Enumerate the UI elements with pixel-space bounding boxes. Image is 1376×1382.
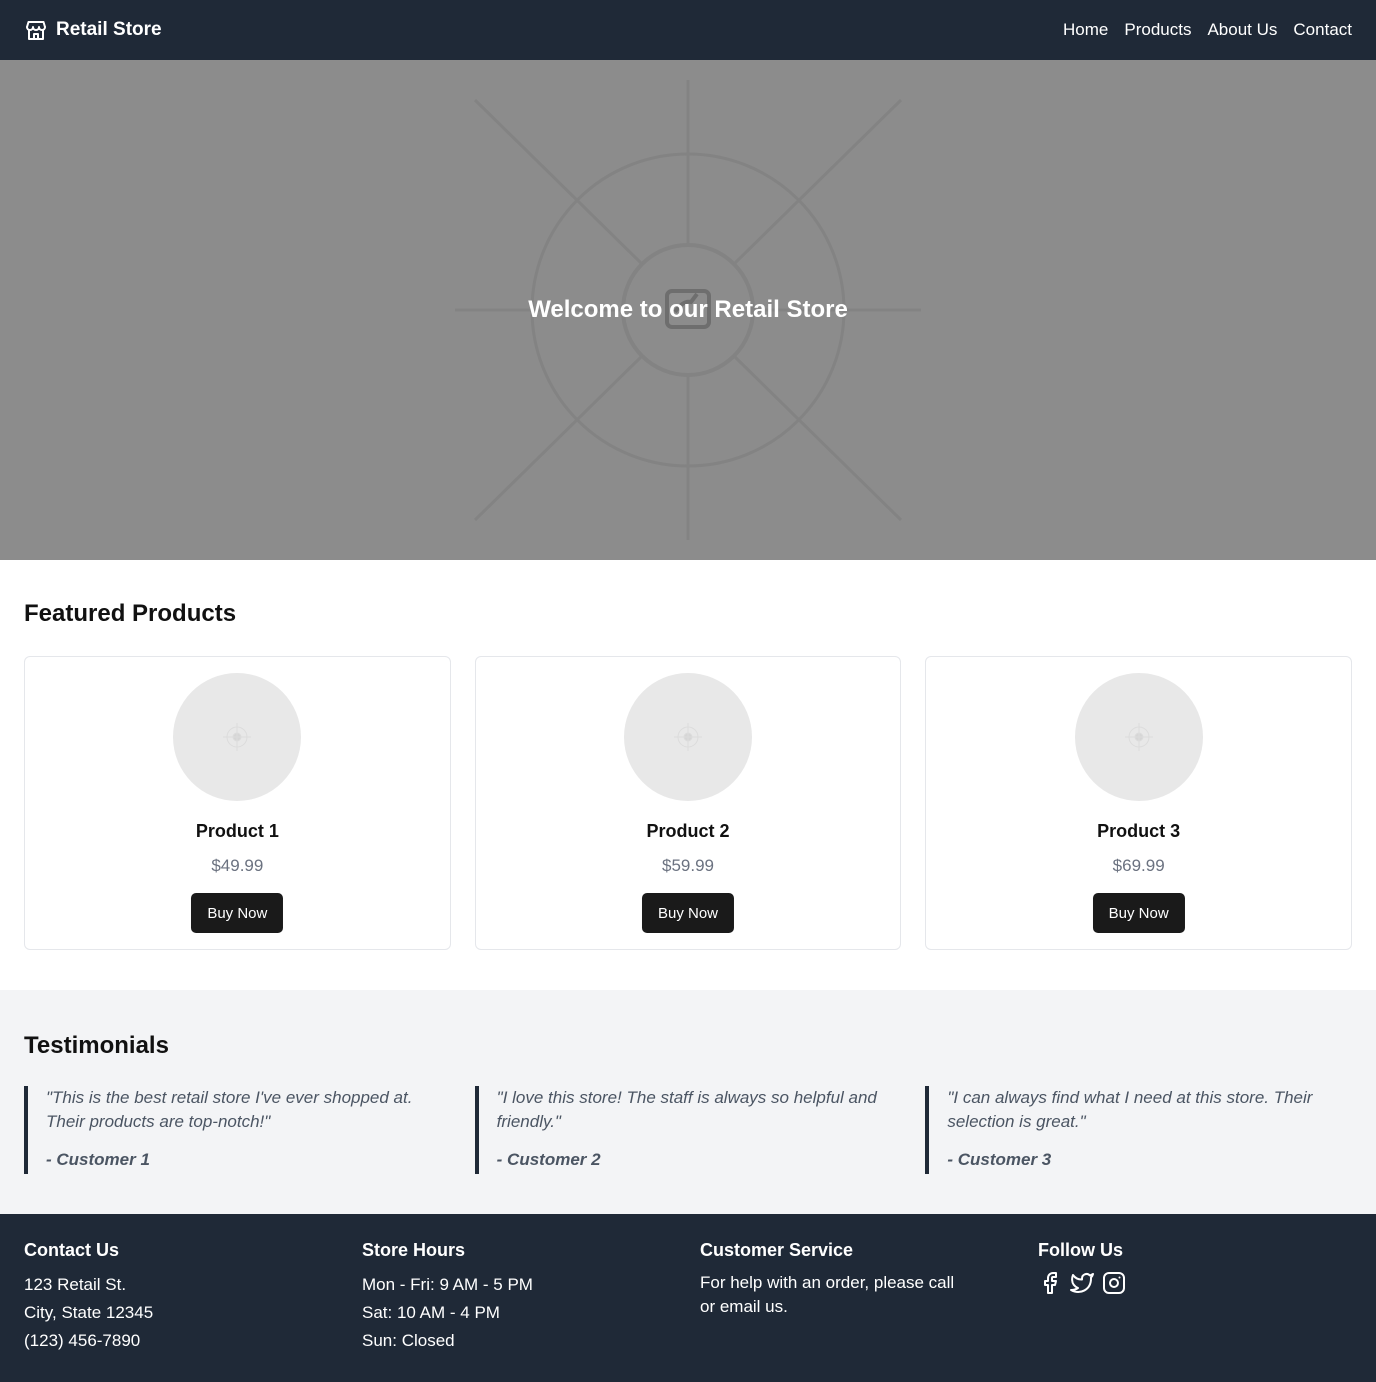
- hours-sunday: Sun: Closed: [362, 1331, 455, 1350]
- testimonials-section: Testimonials "This is the best retail st…: [0, 990, 1376, 1214]
- twitter-icon[interactable]: [1070, 1271, 1094, 1295]
- testimonial-text: "I can always find what I need at this s…: [947, 1088, 1313, 1131]
- brand-title: Retail Store: [56, 19, 162, 40]
- nav-products[interactable]: Products: [1124, 20, 1191, 40]
- nav-contact[interactable]: Contact: [1293, 20, 1352, 40]
- footer-contact-title: Contact Us: [24, 1240, 120, 1260]
- hero-title: Welcome to our Retail Store: [528, 296, 848, 323]
- testimonial: "I can always find what I need at this s…: [925, 1086, 1352, 1174]
- product-card: Product 3 $69.99 Buy Now: [925, 656, 1353, 950]
- testimonials-title: Testimonials: [24, 1032, 169, 1059]
- facebook-icon[interactable]: [1038, 1271, 1062, 1295]
- product-image: [173, 673, 302, 801]
- service-text: For help with an order, please call or e…: [700, 1273, 955, 1316]
- footer-contact: Contact Us 123 Retail St. City, State 12…: [24, 1240, 338, 1355]
- testimonial-list: "This is the best retail store I've ever…: [24, 1086, 1352, 1174]
- footer-hours: Store Hours Mon - Fri: 9 AM - 5 PM Sat: …: [362, 1240, 676, 1355]
- testimonial: "This is the best retail store I've ever…: [24, 1086, 451, 1174]
- testimonial-author: - Customer 2: [496, 1150, 601, 1169]
- testimonial-text: "This is the best retail store I've ever…: [46, 1088, 413, 1131]
- hours-saturday: Sat: 10 AM - 4 PM: [362, 1303, 500, 1322]
- brand[interactable]: Retail Store: [24, 18, 162, 42]
- hours-weekday: Mon - Fri: 9 AM - 5 PM: [362, 1275, 533, 1294]
- footer-hours-title: Store Hours: [362, 1240, 466, 1260]
- social-links: [1038, 1271, 1352, 1295]
- product-name: Product 3: [1097, 821, 1181, 841]
- footer-service: Customer Service For help with an order,…: [700, 1240, 1014, 1355]
- site-footer: Contact Us 123 Retail St. City, State 12…: [0, 1214, 1376, 1382]
- store-icon: [24, 18, 48, 42]
- nav-home[interactable]: Home: [1063, 20, 1108, 40]
- featured-title: Featured Products: [24, 600, 237, 627]
- product-price: $59.99: [662, 856, 714, 875]
- nav-about-us[interactable]: About Us: [1207, 20, 1277, 40]
- product-name: Product 1: [195, 821, 279, 841]
- phone-line: (123) 456-7890: [24, 1331, 141, 1350]
- product-grid: Product 1 $49.99 Buy Now Product 2 $59.9…: [24, 656, 1353, 950]
- instagram-icon[interactable]: [1102, 1271, 1126, 1295]
- product-image: [1074, 673, 1203, 801]
- testimonial-text: "I love this store! The staff is always …: [496, 1088, 877, 1131]
- product-card: Product 2 $59.99 Buy Now: [474, 656, 902, 950]
- product-card: Product 1 $49.99 Buy Now: [24, 656, 451, 950]
- buy-now-button[interactable]: Buy Now: [191, 893, 284, 933]
- testimonial-author: - Customer 3: [947, 1150, 1052, 1169]
- site-header: Retail Store Home Products About Us Cont…: [0, 0, 1376, 60]
- footer-follow-title: Follow Us: [1038, 1240, 1123, 1260]
- product-name: Product 2: [646, 821, 730, 841]
- address-line: 123 Retail St.: [24, 1275, 127, 1294]
- testimonial: "I love this store! The staff is always …: [474, 1086, 902, 1174]
- footer-service-title: Customer Service: [700, 1240, 854, 1260]
- hero-banner: Welcome to our Retail Store: [0, 60, 1376, 560]
- main-nav: Home Products About Us Contact: [1063, 20, 1352, 40]
- featured-products: Featured Products Product 1 $49.99 Buy N…: [0, 560, 1376, 990]
- buy-now-button[interactable]: Buy Now: [641, 893, 735, 933]
- footer-follow: Follow Us: [1038, 1240, 1352, 1355]
- product-price: $69.99: [1112, 856, 1165, 875]
- buy-now-button[interactable]: Buy Now: [1092, 893, 1185, 933]
- product-price: $49.99: [211, 856, 264, 875]
- product-image: [624, 673, 752, 801]
- city-line: City, State 12345: [24, 1303, 154, 1322]
- testimonial-author: - Customer 1: [46, 1150, 150, 1169]
